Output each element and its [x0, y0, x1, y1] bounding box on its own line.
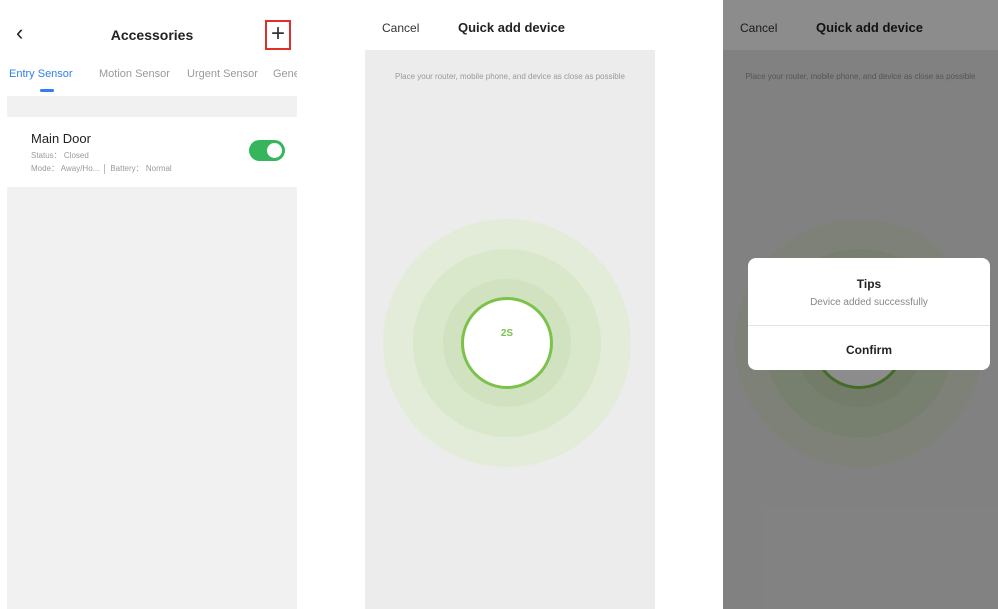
sensor-tabs: Entry Sensor Motion Sensor Urgent Sensor… — [7, 62, 297, 96]
device-mode-battery: Mode： Away/Ho... Battery： Normal — [31, 163, 172, 174]
tab-urgent-sensor[interactable]: Urgent Sensor — [187, 68, 258, 80]
device-status: Status： Closed — [31, 151, 89, 160]
page-title: Quick add device — [458, 20, 565, 35]
active-tab-indicator — [40, 89, 54, 92]
page-title: Accessories — [110, 27, 194, 43]
device-battery: Battery： Normal — [110, 164, 172, 173]
device-name: Main Door — [31, 131, 91, 146]
add-accessory-button[interactable]: + — [265, 20, 291, 50]
tab-motion-sensor[interactable]: Motion Sensor — [99, 68, 170, 80]
toggle-knob — [267, 143, 282, 158]
device-card-main-door[interactable]: Main Door Status： Closed Mode： Away/Ho..… — [7, 117, 297, 187]
tips-dialog: Tips Device added successfully Confirm — [748, 258, 990, 370]
top-bar: Cancel Quick add device — [365, 0, 655, 50]
divider — [104, 163, 106, 174]
top-bar: ‹ Accessories + — [7, 0, 297, 62]
countdown-timer: 2S — [500, 328, 514, 339]
dialog-message: Device added successfully — [810, 297, 928, 308]
device-enable-toggle[interactable] — [249, 140, 285, 161]
plus-icon: + — [270, 20, 285, 47]
add-success-screen: Cancel Quick add device Place your route… — [723, 0, 998, 609]
radar-center: 2S — [461, 297, 553, 389]
confirm-button[interactable]: Confirm — [748, 343, 990, 357]
divider — [748, 325, 990, 326]
accessories-screen: ‹ Accessories + Entry Sensor Motion Sens… — [7, 0, 297, 609]
cancel-button[interactable]: Cancel — [382, 21, 419, 35]
tab-entry-sensor[interactable]: Entry Sensor — [9, 68, 73, 80]
quick-add-screen: Cancel Quick add device Place your route… — [365, 0, 655, 609]
dialog-title: Tips — [856, 277, 882, 291]
device-mode: Mode： Away/Ho... — [31, 164, 100, 173]
placement-hint: Place your router, mobile phone, and dev… — [395, 72, 625, 81]
tab-gene[interactable]: Gene — [273, 68, 297, 80]
